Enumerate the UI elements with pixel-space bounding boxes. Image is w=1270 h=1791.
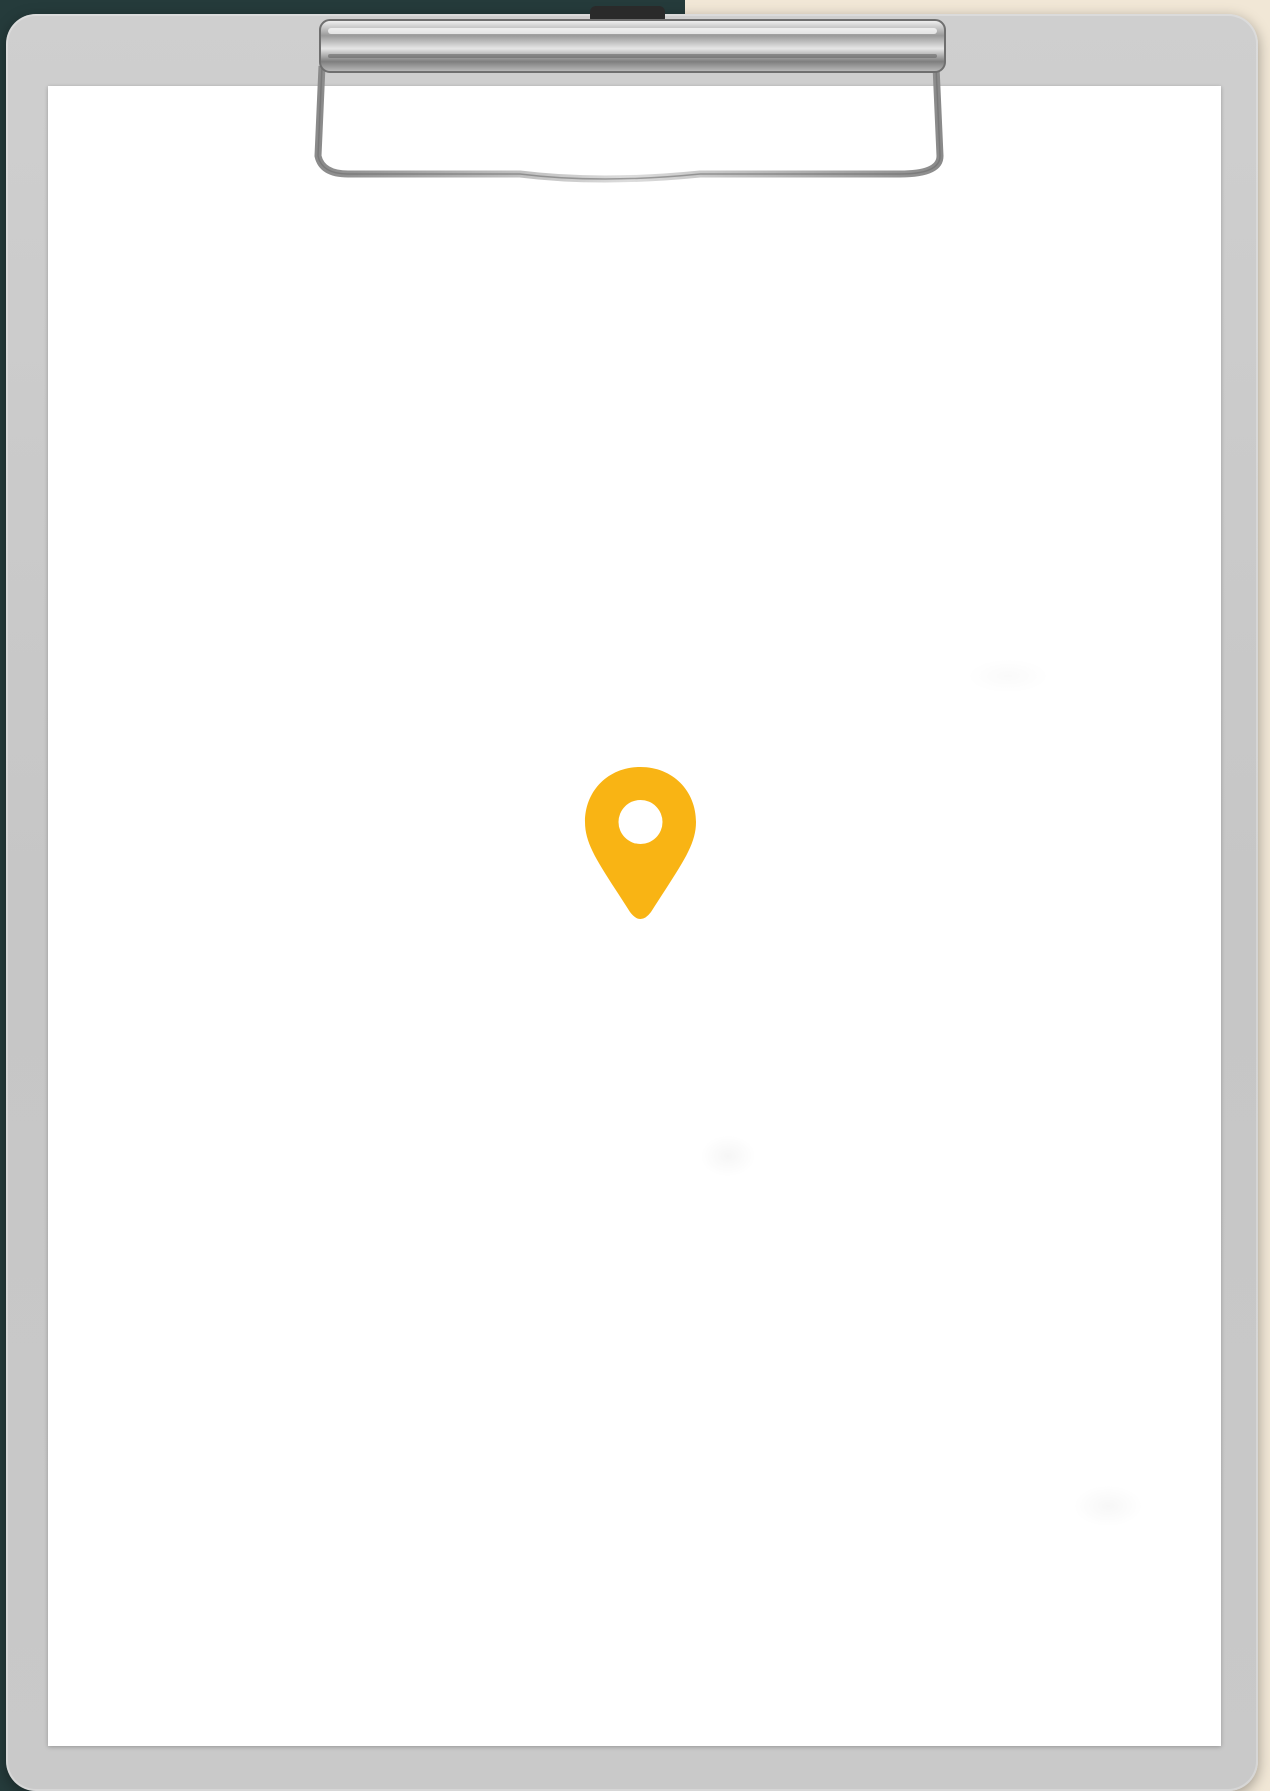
clipboard-scene [0, 0, 1270, 1791]
map-pin-icon [585, 767, 696, 919]
clipboard-clip [314, 6, 946, 183]
